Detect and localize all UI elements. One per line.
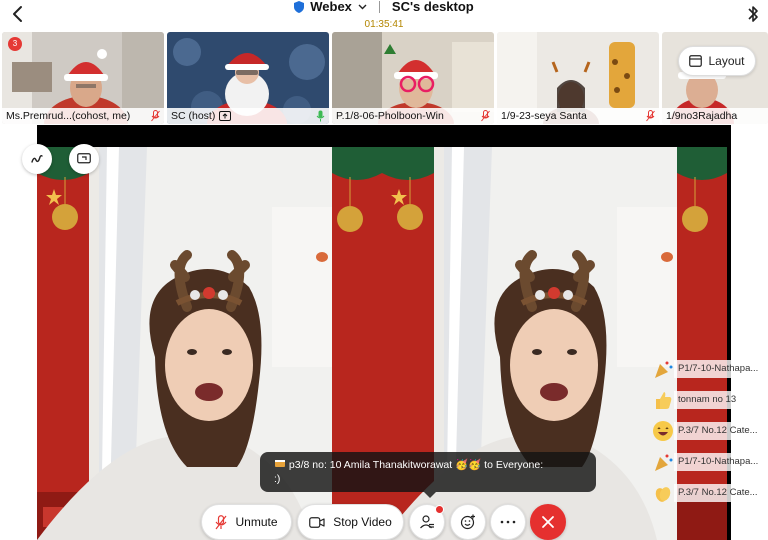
reaction-item: tonnam no 13 [652, 389, 768, 411]
title-divider [378, 1, 380, 13]
thumbs-up-icon [656, 392, 672, 409]
chat-emoji-icon [275, 460, 285, 467]
chevron-down-icon [358, 4, 367, 10]
participant-name: P.1/8-06-Pholboon-Win [336, 110, 444, 122]
reaction-text: P.3/7 No.12 Cate... [674, 422, 768, 440]
more-icon [500, 520, 516, 524]
app-name: Webex [310, 0, 352, 14]
reaction-text: tonnam no 13 [674, 391, 768, 409]
share-view-button[interactable] [69, 144, 99, 174]
reaction-item: P.3/7 No.12 Cate... [652, 482, 768, 504]
participant-tile[interactable]: 1/9-23-seya Santa [497, 32, 659, 124]
reaction-text: P1/7-10-Nathapa... [674, 360, 768, 378]
mic-muted-icon [151, 110, 160, 122]
meeting-controls: Unmute Stop Video [0, 504, 768, 540]
reactions-icon [460, 514, 475, 530]
notification-badge: 3 [8, 37, 22, 51]
meeting-timer: 01:35:41 [364, 19, 404, 30]
reaction-item: P1/7-10-Nathapa... [652, 358, 768, 380]
participant-strip: 3 Ms.Premrud...(cohost, me) SC (host) P.… [0, 32, 768, 124]
webex-meeting-window: Webex SC's desktop 01:35:41 3 Ms.Premrud… [0, 0, 768, 540]
participant-tile[interactable]: SC (host) [167, 32, 329, 124]
chat-sender: p3/8 no: 10 Amila Thanakitworawat [288, 459, 453, 471]
mic-active-icon [316, 110, 325, 122]
screen-view-icon [77, 153, 91, 164]
participant-name: Ms.Premrud...(cohost, me) [6, 110, 131, 122]
close-icon [542, 516, 554, 528]
annotate-squiggle-icon [31, 154, 43, 163]
layout-icon [689, 55, 703, 67]
stop-video-label: Stop Video [333, 515, 392, 529]
leave-meeting-button[interactable] [530, 504, 566, 540]
shield-icon [294, 1, 305, 13]
layout-button-label: Layout [708, 54, 745, 68]
participant-name: 1/9no3Rajadha [666, 110, 738, 122]
participant-namebar: 1/9no3Rajadha [662, 108, 768, 124]
participants-alert-dot [435, 505, 444, 514]
meeting-title-area[interactable]: Webex SC's desktop 01:35:41 [0, 0, 768, 31]
laughing-face-icon [653, 421, 673, 441]
reaction-text: P.3/7 No.12 Cate... [674, 484, 768, 502]
participants-icon [420, 515, 434, 529]
unmute-label: Unmute [235, 515, 278, 529]
reactions-button[interactable] [450, 504, 486, 540]
reaction-item: P.3/7 No.12 Cate... [652, 420, 768, 442]
mic-muted-icon [216, 514, 227, 529]
participant-name: SC (host) [171, 110, 216, 122]
participant-namebar: SC (host) [167, 108, 329, 124]
bluetooth-icon[interactable] [746, 4, 760, 24]
participant-name: 1/9-23-seya Santa [501, 110, 587, 122]
participant-tile[interactable]: 3 Ms.Premrud...(cohost, me) [2, 32, 164, 124]
participant-tile[interactable]: P.1/8-06-Pholboon-Win [332, 32, 494, 124]
chat-recipient: to Everyone: [484, 459, 544, 471]
party-popper-icon [655, 454, 673, 471]
chat-emojis: 🥳🥳 [455, 459, 482, 471]
reaction-text: P1/7-10-Nathapa... [674, 453, 768, 471]
chat-message: :) [274, 473, 281, 485]
stop-video-button[interactable]: Stop Video [297, 504, 404, 540]
participant-namebar: P.1/8-06-Pholboon-Win [332, 108, 494, 124]
party-popper-icon [655, 361, 673, 378]
clapping-hands-icon [655, 487, 671, 502]
annotate-button[interactable] [22, 144, 52, 174]
screen-share-icon [219, 111, 232, 121]
chat-notification[interactable]: p3/8 no: 10 Amila Thanakitworawat 🥳🥳 to … [260, 452, 596, 498]
video-camera-icon [309, 516, 325, 528]
mic-muted-icon [646, 110, 655, 122]
meeting-title: SC's desktop [391, 0, 474, 14]
layout-button[interactable]: Layout [678, 46, 756, 76]
participants-button[interactable] [409, 504, 445, 540]
participant-namebar: Ms.Premrud...(cohost, me) [2, 108, 164, 124]
more-options-button[interactable] [490, 504, 526, 540]
unmute-button[interactable]: Unmute [201, 504, 292, 540]
participant-namebar: 1/9-23-seya Santa [497, 108, 659, 124]
top-bar: Webex SC's desktop 01:35:41 [0, 0, 768, 30]
chat-toast-tail [424, 492, 436, 498]
reaction-item: P1/7-10-Nathapa... [652, 451, 768, 473]
mic-muted-icon [481, 110, 490, 122]
